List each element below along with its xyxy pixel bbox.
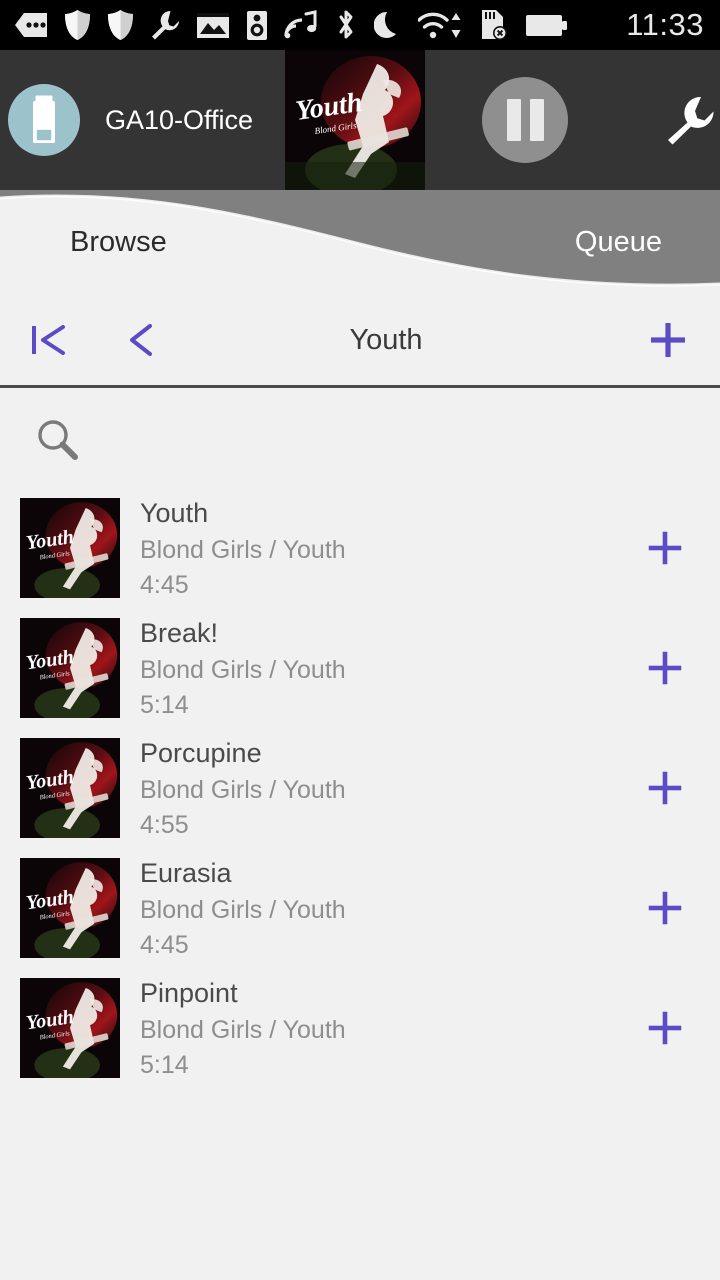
sd-card-removed-icon: [482, 10, 507, 40]
pause-button[interactable]: [482, 77, 568, 163]
track-row[interactable]: Youth Blond Girls Eurasia Blond Girls / You…: [0, 848, 720, 968]
shield-icon: [65, 10, 90, 40]
track-row[interactable]: Youth Blond Girls Porcupine Blond Girls / Y…: [0, 728, 720, 848]
pause-icon-bar-left: [506, 99, 521, 141]
app-header: GA10-Office Youth Blond Girls: [0, 50, 720, 190]
status-bar: 11:33: [0, 0, 720, 50]
track-subtitle: Blond Girls / Youth: [140, 1016, 346, 1044]
add-track-button[interactable]: [610, 886, 720, 930]
status-icon-group: [14, 9, 626, 41]
tab-queue-label: Queue: [574, 226, 662, 258]
app-root: 11:33 GA10-Office Youth Blond Girls Brow…: [0, 0, 720, 1280]
track-row[interactable]: Youth Blond Girls Youth Blond Girls / Youth…: [0, 488, 720, 608]
page-title: Youth: [349, 323, 423, 356]
plus-icon: [651, 323, 685, 357]
track-title: Pinpoint: [140, 978, 238, 1008]
wrench-icon: [668, 96, 714, 145]
settings-button[interactable]: [660, 90, 720, 150]
track-duration: 4:45: [140, 571, 189, 599]
bluetooth-icon: [339, 10, 353, 39]
plus-icon: [648, 531, 682, 565]
track-duration: 4:45: [140, 931, 189, 959]
device-selector[interactable]: GA10-Office: [0, 84, 285, 156]
track-subtitle: Blond Girls / Youth: [140, 536, 346, 564]
wifi-icon: [418, 12, 461, 38]
search-icon[interactable]: [36, 418, 80, 462]
album-art-image: YouthBlond Girls: [20, 618, 120, 718]
speaker-device-icon: [33, 95, 55, 143]
device-name: GA10-Office: [105, 104, 254, 135]
skip-to-first-icon: [32, 325, 65, 355]
pause-icon-bar-right: [529, 99, 544, 141]
plus-icon: [648, 1011, 682, 1045]
track-subtitle: Blond Girls / Youth: [140, 896, 346, 924]
music-cast-icon: [284, 10, 317, 39]
add-all-button[interactable]: [616, 317, 720, 363]
tab-queue[interactable]: Queue: [575, 190, 662, 295]
album-art-image: YouthBlond Girls: [20, 978, 120, 1078]
tab-bar: Browse Queue: [0, 190, 720, 295]
album-art-thumbnail: Youth Blond Girls: [20, 858, 120, 958]
battery-icon: [526, 14, 567, 36]
speaker-icon: [247, 10, 267, 40]
track-subtitle: Blond Girls / Youth: [140, 776, 346, 804]
track-duration: 4:55: [140, 811, 189, 839]
track-row[interactable]: Youth Blond Girls Pinpoint Blond Girls / Yo…: [0, 968, 720, 1088]
shield-secondary-icon: [108, 10, 133, 40]
track-info: Pinpoint Blond Girls / Youth 5:14: [120, 974, 610, 1082]
add-track-button[interactable]: [610, 766, 720, 810]
plus-icon: [648, 891, 682, 925]
album-art-header: Youth Blond Girls: [285, 50, 425, 190]
do-not-disturb-icon: [374, 11, 396, 38]
plus-icon: [648, 651, 682, 685]
album-art-image: YouthBlond Girls: [20, 738, 120, 838]
wrench-icon: [152, 10, 179, 39]
search-input[interactable]: [96, 424, 596, 455]
messages-icon: [15, 13, 47, 37]
chevron-left-icon: [130, 324, 152, 356]
track-duration: 5:14: [140, 691, 189, 719]
status-clock: 11:33: [626, 7, 704, 42]
plus-icon: [648, 771, 682, 805]
add-track-button[interactable]: [610, 1006, 720, 1050]
album-art-image: YouthBlond Girls: [20, 498, 120, 598]
add-track-button[interactable]: [610, 646, 720, 690]
tab-browse-label: Browse: [70, 226, 167, 258]
device-avatar: [8, 84, 80, 156]
track-info: Break! Blond Girls / Youth 5:14: [120, 614, 610, 722]
track-title: Porcupine: [140, 738, 262, 768]
album-art-thumbnail: Youth Blond Girls: [20, 498, 120, 598]
go-to-root-button[interactable]: [0, 317, 96, 363]
track-list: Youth Blond Girls Youth Blond Girls / Youth…: [0, 488, 720, 1280]
album-art-thumbnail: Youth Blond Girls: [20, 618, 120, 718]
track-info: Porcupine Blond Girls / Youth 4:55: [120, 734, 610, 842]
back-button[interactable]: [96, 317, 186, 363]
album-art-image: YouthBlond Girls: [20, 858, 120, 958]
track-subtitle: Blond Girls / Youth: [140, 656, 346, 684]
track-title: Youth: [140, 498, 209, 528]
album-art-thumbnail: Youth Blond Girls: [20, 738, 120, 838]
now-playing-cover[interactable]: Youth Blond Girls: [285, 50, 425, 190]
track-title: Break!: [140, 618, 219, 648]
track-info: Eurasia Blond Girls / Youth 4:45: [120, 854, 610, 962]
tab-browse[interactable]: Browse: [70, 190, 167, 295]
track-info: Youth Blond Girls / Youth 4:45: [120, 494, 610, 602]
add-track-button[interactable]: [610, 526, 720, 570]
track-duration: 5:14: [140, 1051, 189, 1079]
search-bar[interactable]: [0, 391, 720, 488]
browse-navigation-bar: Youth: [0, 295, 720, 388]
gallery-icon: [197, 12, 229, 38]
album-art-thumbnail: Youth Blond Girls: [20, 978, 120, 1078]
track-title: Eurasia: [140, 858, 232, 888]
header-controls: [425, 77, 720, 163]
track-row[interactable]: Youth Blond Girls Break! Blond Girls / Yout…: [0, 608, 720, 728]
